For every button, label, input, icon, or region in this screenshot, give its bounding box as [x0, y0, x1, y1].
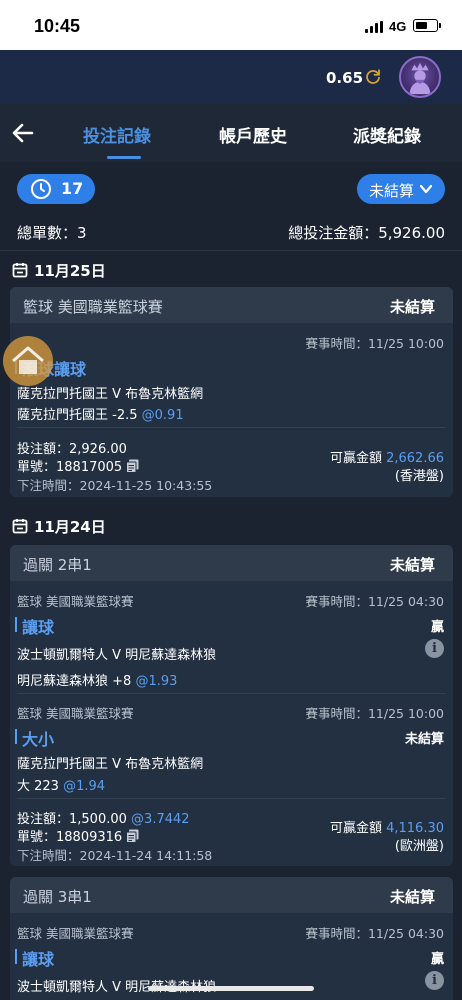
bet-selection: 明尼蘇達森林狼 +8 @1.93	[17, 670, 177, 689]
status-filter-dropdown[interactable]: 未結算	[357, 174, 445, 204]
floating-home-button[interactable]	[3, 336, 53, 386]
market-type: 讓球	[15, 946, 54, 970]
order-number: 單號：18817005	[17, 456, 139, 475]
calendar-icon	[12, 519, 28, 534]
card-title: 籃球 美國職業籃球賽	[23, 298, 163, 316]
bet-selection: 大 223 @1.94	[17, 775, 105, 794]
date-label: 11月25日	[34, 262, 106, 280]
leg-league: 籃球 美國職業籃球賽	[17, 926, 134, 941]
tab-payout-records[interactable]: 派獎紀錄	[353, 122, 421, 147]
card-title: 過關 3串1	[23, 888, 92, 906]
match-teams: 波士頓凱爾特人 V 明尼蘇達森林狼	[17, 648, 217, 663]
leg-result: 贏	[430, 952, 444, 967]
leg-league: 籃球 美國職業籃球賽	[17, 594, 134, 609]
copy-icon[interactable]	[126, 459, 139, 473]
history-clock-icon	[31, 179, 51, 199]
market-type: 讓球	[15, 614, 54, 638]
match-teams: 薩克拉門托國王 V 布魯克林籃網	[17, 757, 204, 772]
app-header: 0.65	[0, 50, 462, 104]
odds-type: (香港盤)	[394, 469, 444, 484]
card-body: 賽事時間：11/25 10:00 滾球讓球 薩克拉門托國王 V 布魯克林籃網 薩…	[10, 323, 453, 497]
match-time: 賽事時間：11/25 04:30	[305, 594, 444, 609]
copy-icon[interactable]	[126, 829, 139, 843]
total-orders: 總單數：3	[17, 224, 87, 242]
history-count-button[interactable]: 17	[17, 174, 95, 204]
divider	[0, 250, 462, 251]
win-amount: 4,116.30	[386, 821, 444, 836]
potential-win: 可贏金額 4,116.30	[330, 817, 444, 836]
parlay-bet-card[interactable]: 過關 3串1 未結算 籃球 美國職業籃球賽 賽事時間：11/25 04:30 讓…	[10, 877, 453, 1000]
battery-icon	[413, 19, 438, 32]
back-arrow-icon[interactable]	[10, 120, 36, 146]
king-avatar-icon	[409, 62, 431, 95]
date-header: 11月24日	[12, 516, 106, 537]
calendar-icon	[12, 263, 28, 278]
divider	[17, 798, 446, 799]
nav-bar: 投注記錄 帳戶歷史 派獎紀錄	[0, 104, 462, 162]
selection-odds: @1.93	[135, 674, 178, 689]
order-number-text: 單號：18817005	[17, 460, 123, 475]
parlay-odds: @3.7442	[131, 812, 190, 827]
network-type: 4G	[389, 19, 407, 34]
info-icon[interactable]: i	[425, 639, 444, 658]
leg-result: 贏	[430, 620, 444, 635]
placed-time: 下注時間：2024-11-25 10:43:55	[17, 478, 213, 493]
placed-time: 下注時間：2024-11-24 14:11:58	[17, 848, 213, 863]
divider	[17, 427, 446, 428]
total-stake: 總投注金額：5,926.00	[288, 224, 445, 242]
selection-odds: @0.91	[141, 408, 184, 423]
order-number-text: 單號：18809316	[17, 830, 123, 845]
settle-status: 未結算	[389, 298, 435, 316]
record-count: 17	[61, 179, 84, 198]
bet-card[interactable]: 籃球 美國職業籃球賽 未結算 賽事時間：11/25 10:00 滾球讓球 薩克拉…	[10, 287, 453, 497]
match-time: 賽事時間：11/25 10:00	[305, 706, 444, 721]
settle-status: 未結算	[389, 888, 435, 906]
stake-amount: 投注額：2,926.00	[17, 442, 127, 457]
chevron-down-icon	[419, 184, 433, 194]
parlay-bet-card[interactable]: 過關 2串1 未結算 籃球 美國職業籃球賽 賽事時間：11/25 04:30 讓…	[10, 545, 453, 866]
order-number: 單號：18809316	[17, 826, 139, 845]
avatar[interactable]	[399, 56, 441, 98]
tab-account-history[interactable]: 帳戶歷史	[219, 122, 287, 147]
signal-icon	[365, 21, 383, 33]
selection-text: 薩克拉門托國王 -2.5	[17, 408, 138, 423]
battery-cap	[439, 23, 441, 28]
card-header: 過關 3串1 未結算	[10, 877, 453, 913]
win-label: 可贏金額	[329, 451, 382, 466]
selection-odds: @1.94	[63, 779, 106, 794]
tab-bet-records[interactable]: 投注記錄	[83, 122, 151, 147]
selection-text: 大 223	[17, 779, 59, 794]
match-time: 賽事時間：11/25 04:30	[305, 926, 444, 941]
status-time: 10:45	[34, 16, 81, 36]
selection-text: 明尼蘇達森林狼 +8	[17, 674, 132, 689]
status-bar: 10:45 4G	[0, 0, 462, 50]
stake-amount: 投注額：1,500.00 @3.7442	[17, 808, 190, 827]
bet-selection: 薩克拉門托國王 -2.5 @0.91	[17, 404, 184, 423]
refresh-icon[interactable]	[364, 68, 382, 86]
card-header: 籃球 美國職業籃球賽 未結算	[10, 287, 453, 323]
divider	[17, 693, 446, 694]
odds-type: (歐洲盤)	[394, 839, 444, 854]
date-header: 11月25日	[12, 260, 106, 281]
card-body: 籃球 美國職業籃球賽 賽事時間：11/25 04:30 讓球 贏 波士頓凱爾特人…	[10, 581, 453, 866]
date-label: 11月24日	[34, 518, 106, 536]
wallet-balance: 0.65	[326, 69, 364, 87]
info-icon[interactable]: i	[425, 971, 444, 990]
market-type: 大小	[15, 726, 54, 750]
win-amount: 2,662.66	[386, 451, 444, 466]
home-indicator	[148, 986, 314, 991]
active-tab-indicator	[107, 156, 141, 159]
status-filter-label: 未結算	[369, 182, 415, 200]
potential-win: 可贏金額 2,662.66	[330, 447, 444, 466]
leg-result: 未結算	[404, 732, 444, 747]
card-header: 過關 2串1 未結算	[10, 545, 453, 581]
stake-text: 投注額：1,500.00	[17, 812, 127, 827]
home-icon	[12, 346, 44, 374]
match-time: 賽事時間：11/25 10:00	[305, 336, 444, 351]
leg-league: 籃球 美國職業籃球賽	[17, 706, 134, 721]
settle-status: 未結算	[389, 556, 435, 574]
win-label: 可贏金額	[329, 821, 382, 836]
card-title: 過關 2串1	[23, 556, 92, 574]
